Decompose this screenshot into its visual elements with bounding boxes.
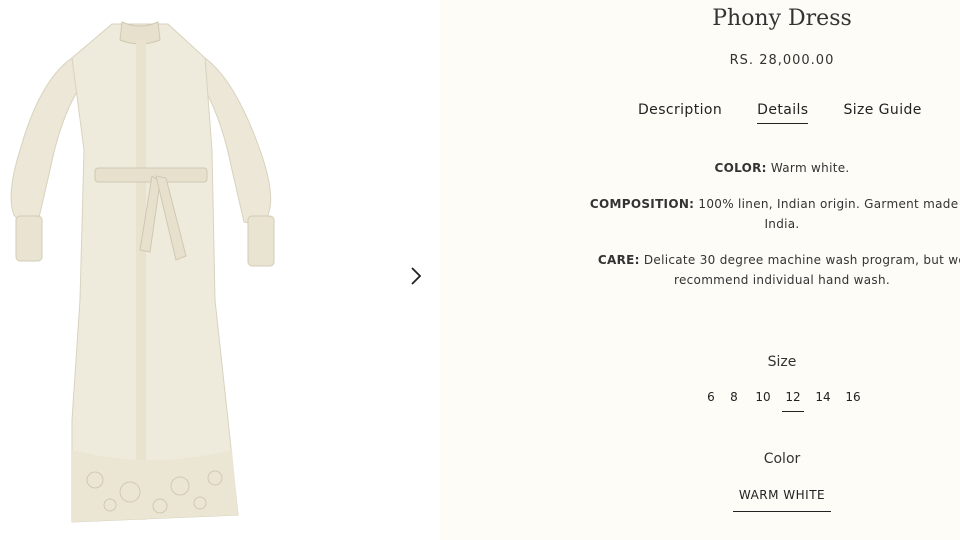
color-option-warm-white[interactable]: WARM WHITE bbox=[733, 488, 831, 512]
detail-composition-key: COMPOSITION: bbox=[589, 197, 695, 211]
chevron-right-icon bbox=[411, 267, 422, 285]
product-title: Phony Dress bbox=[712, 6, 852, 31]
product-tabs: Description Details Size Guide bbox=[638, 102, 922, 124]
size-option-16[interactable]: 16 bbox=[838, 390, 868, 412]
detail-care-key: CARE: bbox=[597, 253, 640, 267]
detail-color-value: Warm white. bbox=[770, 161, 850, 175]
size-option-10[interactable]: 10 bbox=[748, 390, 778, 412]
product-image-gallery bbox=[0, 0, 390, 540]
product-image bbox=[10, 21, 275, 523]
tab-size-guide[interactable]: Size Guide bbox=[843, 102, 921, 124]
next-image-button[interactable] bbox=[402, 262, 430, 290]
details-content: COLOR: Warm white. COMPOSITION: 100% lin… bbox=[580, 158, 960, 306]
size-label: Size bbox=[767, 354, 797, 370]
size-selector: 6 8 10 12 14 16 bbox=[702, 390, 868, 412]
size-option-6[interactable]: 6 bbox=[702, 390, 720, 412]
tab-description[interactable]: Description bbox=[638, 102, 722, 124]
size-option-8[interactable]: 8 bbox=[720, 390, 748, 412]
detail-care-value: Delicate 30 degree machine wash program,… bbox=[643, 253, 960, 287]
size-option-14[interactable]: 14 bbox=[808, 390, 838, 412]
detail-color-key: COLOR: bbox=[714, 161, 767, 175]
product-price: RS. 28,000.00 bbox=[729, 53, 835, 68]
tab-details[interactable]: Details bbox=[757, 102, 809, 124]
detail-care: CARE: Delicate 30 degree machine wash pr… bbox=[580, 250, 960, 290]
detail-composition-value: 100% linen, Indian origin. Garment made … bbox=[698, 197, 960, 231]
color-label: Color bbox=[763, 451, 801, 467]
detail-composition: COMPOSITION: 100% linen, Indian origin. … bbox=[580, 194, 960, 234]
product-info-panel: Phony Dress RS. 28,000.00 Description De… bbox=[440, 0, 960, 540]
size-option-12[interactable]: 12 bbox=[778, 390, 808, 412]
detail-color: COLOR: Warm white. bbox=[580, 158, 960, 178]
